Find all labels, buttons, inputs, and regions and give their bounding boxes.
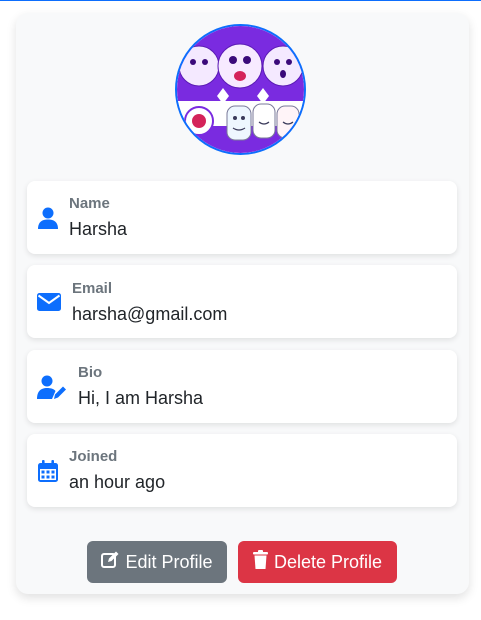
email-label: Email [72,280,113,297]
edit-icon [101,551,119,574]
name-value: Harsha [69,219,128,239]
delete-profile-label: Delete Profile [273,551,383,572]
calendar-icon [35,434,61,507]
user-icon [35,181,61,254]
name-field: Name Harsha [27,181,457,254]
joined-label: Joined [69,448,118,465]
top-accent-line [0,0,481,1]
email-value: harsha@gmail.com [72,304,228,324]
edit-profile-button[interactable]: Edit Profile [87,541,227,583]
name-label: Name [69,195,110,212]
edit-profile-label: Edit Profile [125,551,213,572]
delete-profile-button[interactable]: Delete Profile [238,541,397,583]
email-field: Email harsha@gmail.com [27,265,457,338]
bio-value: Hi, I am Harsha [78,388,204,408]
bio-field: Bio Hi, I am Harsha [27,350,457,423]
joined-field: Joined an hour ago [27,434,457,507]
bio-label: Bio [78,364,103,381]
user-edit-icon [36,350,68,423]
avatar-image [177,26,304,153]
envelope-icon [36,265,62,338]
profile-card: Name Harsha Email harsha@gmail.com Bio H… [16,13,469,594]
joined-value: an hour ago [69,472,166,492]
avatar [175,24,306,155]
trash-icon [252,550,268,574]
